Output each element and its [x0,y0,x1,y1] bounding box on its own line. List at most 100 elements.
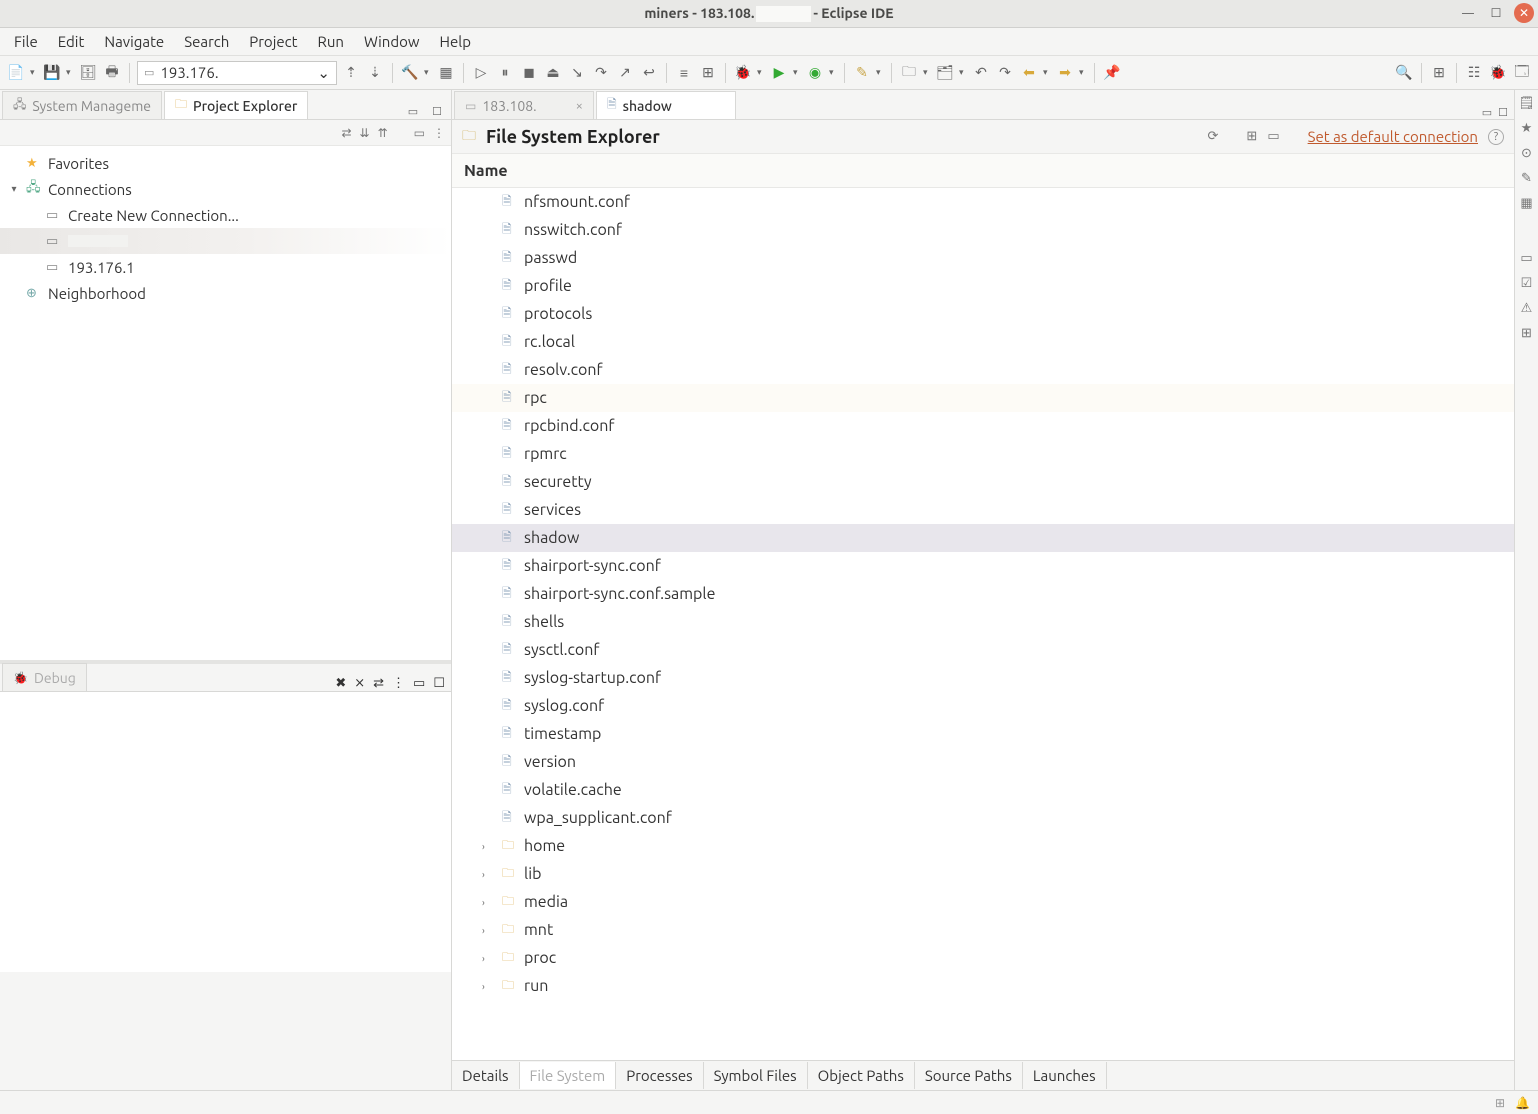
minimize-editor-icon[interactable]: ▭ [1482,106,1492,119]
open-perspective-icon[interactable]: ☷ [1464,63,1484,83]
run-dropdown[interactable]: ▾ [793,67,801,78]
align-icon[interactable]: ≡ [674,63,694,83]
file-row[interactable]: 🗎wpa_supplicant.conf [452,804,1514,832]
forward-dropdown[interactable]: ▾ [1079,67,1087,78]
run-icon[interactable]: ▶ [769,63,789,83]
step-into-icon[interactable]: ↘ [567,63,587,83]
menu-file[interactable]: File [4,29,48,54]
folder-row[interactable]: ›🗀home [452,832,1514,860]
file-row[interactable]: 🗎nsswitch.conf [452,216,1514,244]
editor-tab-host[interactable]: ▭ 183.108. × [454,91,594,119]
collapse-all-icon[interactable]: ▭ [1267,129,1279,144]
perspective-icon[interactable]: ⊞ [1429,63,1449,83]
detail-tab-processes[interactable]: Processes [616,1062,703,1089]
filter-dropdown[interactable]: ▾ [959,67,967,78]
tree-host-b[interactable]: ▭ 193.176.1 [0,254,451,280]
menu-navigate[interactable]: Navigate [94,29,174,54]
folder-row[interactable]: ›🗀run [452,972,1514,1000]
stop-icon[interactable]: ◼ [519,63,539,83]
twisty-closed-icon[interactable]: › [482,897,494,908]
link-icon[interactable]: ⇄ [373,676,384,691]
coverage-icon[interactable]: ◉ [805,63,825,83]
tree-connections[interactable]: ▾ 🖧 Connections [0,176,451,202]
tasks-icon[interactable]: ☑ [1521,276,1533,291]
file-row[interactable]: 🗎sysctl.conf [452,636,1514,664]
file-row[interactable]: 🗎version [452,748,1514,776]
set-default-link[interactable]: Set as default connection [1308,128,1478,145]
remove-icon[interactable]: ✖ [335,676,346,691]
detail-tab-details[interactable]: Details [452,1062,520,1089]
maximize-view-icon[interactable]: ☐ [433,676,445,691]
wand-dropdown[interactable]: ▾ [876,67,884,78]
resource-perspective-icon[interactable]: 🗔 [1512,63,1532,83]
file-row[interactable]: 🗎shairport-sync.conf [452,552,1514,580]
save-all-icon[interactable]: 🗄 [78,63,98,83]
twisty-closed-icon[interactable]: › [482,953,494,964]
file-row[interactable]: 🗎profile [452,272,1514,300]
maximize-view-icon[interactable]: ☐ [429,103,445,119]
redo-nav-icon[interactable]: ↷ [995,63,1015,83]
outline-icon[interactable]: 🗒 [1518,96,1535,111]
view-menu-icon[interactable]: ⋮ [433,126,445,140]
collapse-icon[interactable]: ⇊ [360,126,370,140]
step-return-icon[interactable]: ↩ [639,63,659,83]
file-row[interactable]: 🗎rpc [452,384,1514,412]
close-button[interactable]: ✕ [1514,3,1534,23]
variables-icon[interactable]: ★ [1521,121,1533,136]
close-tab-icon[interactable]: × [576,99,583,113]
focus-icon[interactable]: ▭ [414,126,425,140]
problems-icon[interactable]: ⚠ [1521,301,1533,316]
help-icon[interactable]: ? [1488,129,1504,145]
build-icon[interactable]: 🔨 [400,63,420,83]
twisty-closed-icon[interactable]: › [482,925,494,936]
maximize-editor-icon[interactable]: ☐ [1498,106,1508,119]
tab-system-management[interactable]: 🖧 System Manageme [2,91,162,119]
toggle-icon[interactable]: ▦ [436,63,456,83]
forward-icon[interactable]: ➡ [1055,63,1075,83]
file-row[interactable]: 🗎syslog.conf [452,692,1514,720]
minimize-view-icon[interactable]: ▭ [405,103,421,119]
console-icon[interactable]: ▭ [1520,251,1532,266]
detail-tab-object-paths[interactable]: Object Paths [808,1062,915,1089]
debug-perspective-icon[interactable]: 🐞 [1488,63,1508,83]
menu-help[interactable]: Help [430,29,481,54]
registers-icon[interactable]: ▦ [1520,196,1532,211]
build-dropdown[interactable]: ▾ [424,67,432,78]
twisty-open-icon[interactable]: ▾ [8,183,20,195]
refresh-icon[interactable]: ⟳ [1208,129,1219,144]
file-row[interactable]: 🗎timestamp [452,720,1514,748]
column-header-name[interactable]: Name [452,154,1514,188]
expressions-icon[interactable]: ✎ [1521,171,1532,186]
file-row[interactable]: 🗎rpcbind.conf [452,412,1514,440]
memory-icon[interactable]: ⊞ [1521,326,1532,341]
expand-icon[interactable]: ⇈ [378,126,388,140]
view-menu-icon[interactable]: ⋮ [392,676,405,691]
undo-nav-icon[interactable]: ↶ [971,63,991,83]
disconnect-icon[interactable]: ⏏ [543,63,563,83]
filter-icon[interactable]: 🗂 [935,63,955,83]
coverage-dropdown[interactable]: ▾ [829,67,837,78]
tree-host-a[interactable]: ▭ [0,228,451,254]
new-icon[interactable]: 📄 [6,63,26,83]
address-combo[interactable]: ▭ 193.176. ⌄ [137,61,337,85]
maximize-button[interactable]: ☐ [1486,3,1506,23]
file-row[interactable]: 🗎passwd [452,244,1514,272]
upload-icon[interactable]: ⇡ [341,63,361,83]
folder-row[interactable]: ›🗀proc [452,944,1514,972]
address-dropdown[interactable]: ⌄ [311,64,330,82]
notification-icon[interactable]: 🔔 [1515,1096,1530,1110]
file-row[interactable]: 🗎services [452,496,1514,524]
new-dropdown[interactable]: ▾ [30,67,38,78]
tab-debug[interactable]: 🐞 Debug [2,663,87,691]
back-dropdown[interactable]: ▾ [1043,67,1051,78]
file-row[interactable]: 🗎syslog-startup.conf [452,664,1514,692]
menu-project[interactable]: Project [239,29,307,54]
detail-tab-file-system[interactable]: File System [520,1062,617,1089]
tree-neighborhood[interactable]: ⊕ Neighborhood [0,280,451,306]
tab-project-explorer[interactable]: 🗀 Project Explorer [164,91,308,119]
tree-create-connection[interactable]: ▭ Create New Connection... [0,202,451,228]
folder-row[interactable]: ›🗀mnt [452,916,1514,944]
file-row[interactable]: 🗎securetty [452,468,1514,496]
resume-icon[interactable]: ▷ [471,63,491,83]
step-over-icon[interactable]: ↷ [591,63,611,83]
